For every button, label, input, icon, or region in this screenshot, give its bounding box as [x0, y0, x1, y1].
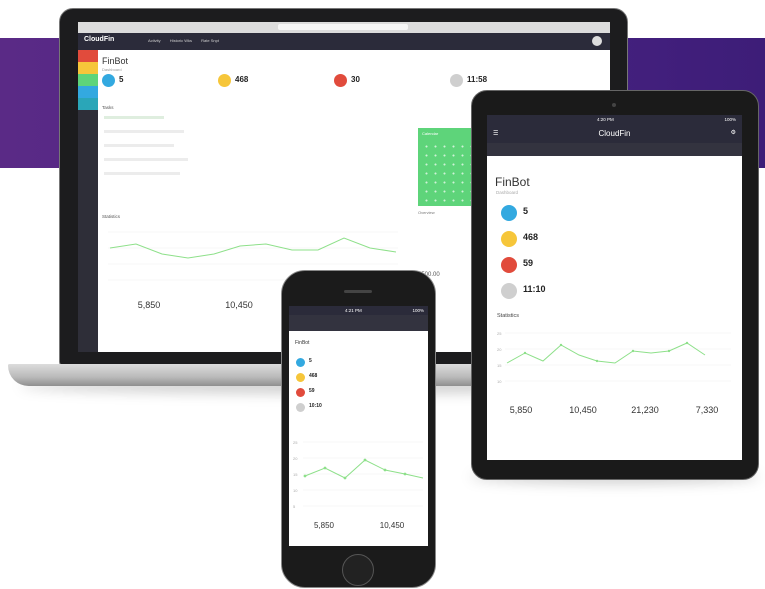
task-item[interactable] [104, 116, 164, 119]
clock-icon [450, 74, 463, 87]
svg-text:10: 10 [497, 379, 502, 384]
stat-value: 468 [235, 75, 249, 84]
summary-stat: 10,450 [225, 300, 253, 310]
app-topbar: CloudFin Activity Historic Wks Rate Snpt [78, 33, 610, 50]
stat-value: 5 [523, 206, 529, 216]
summary-stat: 10,450 [379, 521, 405, 530]
svg-text:25: 25 [497, 331, 502, 336]
sidebar-item-reports[interactable] [78, 62, 98, 74]
tasks-heading: Tasks [102, 105, 114, 110]
page-title: FinBot [495, 175, 530, 189]
stat-value: 468 [523, 232, 539, 242]
user-avatar[interactable] [592, 36, 602, 46]
phone-home-button[interactable] [342, 554, 374, 586]
top-nav: Activity Historic Wks Rate Snpt [148, 38, 227, 43]
statistics-heading: Statistics [497, 313, 520, 319]
gear-icon[interactable]: ⚙ [731, 129, 736, 136]
summary-stat: 7,330 [695, 405, 719, 415]
sidebar-item-calendar[interactable] [78, 74, 98, 86]
coin-icon [218, 74, 231, 87]
sidebar-item-settings[interactable] [78, 98, 98, 110]
sidebar-item-home[interactable] [78, 50, 98, 62]
tablet-topbar: ☰ CloudFin ⚙ [487, 125, 742, 143]
stat-value: 5 [309, 358, 312, 364]
sidebar [78, 50, 98, 352]
tablet-subnav[interactable] [487, 143, 742, 156]
phone-status-bar: 4:21 PM 100% [289, 306, 428, 315]
svg-text:20: 20 [497, 347, 502, 352]
document-icon [102, 74, 115, 87]
sidebar-item-messages[interactable] [78, 86, 98, 98]
summary-stat: 21,230 [631, 405, 659, 415]
svg-text:5: 5 [293, 504, 296, 509]
browser-chrome [78, 22, 610, 38]
stat-value: 11:10 [523, 284, 546, 294]
alert-icon [296, 388, 305, 397]
phone-speaker [344, 290, 372, 293]
stat-value: 10:10 [309, 403, 322, 409]
status-battery: 100% [724, 117, 736, 122]
phone-screen: 4:21 PM 100% FinBot 5 468 59 10:10 25 20 1… [289, 306, 428, 546]
page-subtitle: Dashboard [102, 67, 122, 72]
summary-stat: 10,450 [569, 405, 597, 415]
alert-icon [334, 74, 347, 87]
clock-icon [501, 283, 517, 299]
balance-heading: Overview [418, 210, 435, 215]
page-title: FinBot [295, 340, 310, 346]
svg-text:20: 20 [293, 456, 298, 461]
stat-value: 59 [523, 258, 534, 268]
tablet-screen: 4:20 PM 100% ☰ CloudFin ⚙ FinBot Dashboa… [487, 115, 742, 460]
stat-value: 5 [119, 75, 124, 84]
svg-text:15: 15 [293, 472, 298, 477]
coin-icon [296, 373, 305, 382]
svg-text:10: 10 [293, 488, 298, 493]
stat-value: 468 [309, 373, 318, 379]
phone-topbar[interactable] [289, 315, 428, 331]
statistics-line [506, 342, 706, 364]
tablet-camera [612, 103, 616, 107]
tablet-status-bar: 4:20 PM 100% [487, 115, 742, 125]
status-battery: 100% [412, 308, 424, 313]
task-item[interactable] [104, 172, 180, 175]
brand-logo[interactable]: CloudFin [487, 129, 742, 138]
stat-value: 11:58 [467, 75, 488, 84]
page-subtitle: Dashboard [496, 190, 519, 195]
alert-icon [501, 257, 517, 273]
stat-value: 59 [309, 388, 315, 394]
status-time: 4:20 PM [597, 117, 614, 122]
phone-statistics-chart: 25 20 15 10 5 [293, 440, 424, 509]
task-item[interactable] [104, 158, 188, 161]
task-item[interactable] [104, 130, 184, 133]
summary-stat: 5,850 [509, 405, 533, 415]
statistics-heading: Statistics [102, 214, 121, 219]
document-icon [296, 358, 305, 367]
page-title: FinBot [102, 56, 129, 66]
tablet-statistics-chart: 25 20 15 10 [497, 331, 731, 384]
calendar-heading: Calendar [422, 131, 439, 136]
nav-rate[interactable]: Rate Snpt [201, 38, 219, 43]
status-time: 4:21 PM [345, 308, 362, 313]
svg-text:25: 25 [293, 440, 298, 445]
nav-activity[interactable]: Activity [148, 38, 161, 43]
summary-stat: 5,850 [137, 300, 161, 310]
task-item[interactable] [104, 144, 174, 147]
nav-historic[interactable]: Historic Wks [170, 38, 192, 43]
svg-text:15: 15 [497, 363, 502, 368]
address-bar[interactable] [278, 24, 408, 30]
clock-icon [296, 403, 305, 412]
summary-stat: 5,850 [313, 521, 335, 530]
coin-icon [501, 231, 517, 247]
document-icon [501, 205, 517, 221]
brand-logo[interactable]: CloudFin [84, 36, 114, 43]
stat-value: 30 [351, 75, 360, 84]
